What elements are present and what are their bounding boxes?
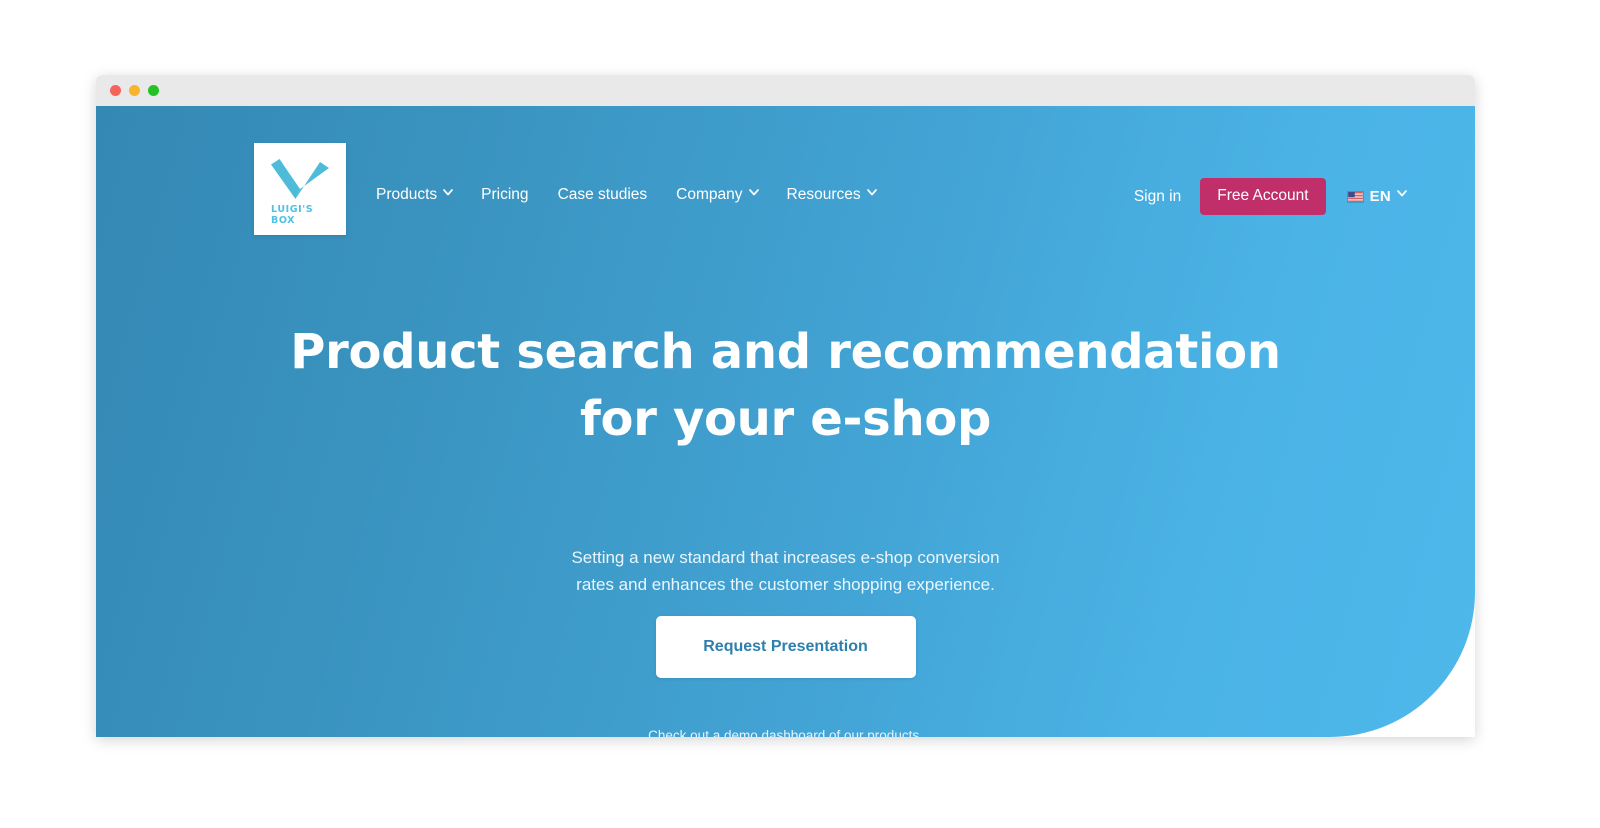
checkmark-v-icon (271, 159, 329, 199)
nav-item-label: Resources (786, 186, 861, 203)
chevron-down-icon (748, 188, 759, 198)
minimize-window-button[interactable] (129, 85, 140, 96)
nav-item-resources[interactable]: Resources (786, 185, 877, 205)
request-presentation-button[interactable]: Request Presentation (655, 616, 916, 678)
nav-item-products[interactable]: Products (376, 185, 454, 205)
chevron-down-icon (866, 188, 877, 198)
hero-section: LUIGI'S BOX Products Pricing Case studie… (96, 106, 1475, 737)
language-switcher[interactable]: EN (1346, 188, 1407, 205)
demo-note-container: Check out a demo dashboard of our produc… (96, 726, 1475, 737)
browser-window: LUIGI'S BOX Products Pricing Case studie… (96, 75, 1475, 737)
nav-item-case-studies[interactable]: Case studies (558, 185, 648, 205)
nav-item-label: Company (676, 186, 743, 203)
nav-item-company[interactable]: Company (676, 185, 759, 205)
free-account-button[interactable]: Free Account (1200, 178, 1326, 215)
nav-item-label: Pricing (481, 186, 529, 203)
nav-item-label: Products (376, 186, 438, 203)
header-actions: Sign in Free Account EN (1134, 178, 1407, 215)
hero-subtitle-line-2: rates and enhances the customer shopping… (576, 575, 995, 594)
nav-item-pricing[interactable]: Pricing (481, 185, 528, 205)
hero-title-line-1: Product search and recommendation (290, 324, 1281, 380)
traffic-lights (110, 85, 159, 96)
hero-subtitle: Setting a new standard that increases e-… (96, 544, 1475, 598)
nav-item-label: Case studies (557, 186, 648, 203)
main-nav: Products Pricing Case studies Company Re… (376, 185, 877, 205)
chevron-down-icon (1397, 190, 1407, 199)
page-title: Product search and recommendation for yo… (96, 319, 1475, 453)
site-logo[interactable]: LUIGI'S BOX (254, 143, 346, 235)
demo-note-text: Check out a demo dashboard of our produc… (648, 728, 923, 737)
language-code: EN (1369, 188, 1391, 205)
sign-in-link[interactable]: Sign in (1134, 188, 1181, 206)
browser-titlebar (96, 75, 1475, 106)
close-window-button[interactable] (110, 85, 121, 96)
zoom-window-button[interactable] (148, 85, 159, 96)
chevron-down-icon (443, 188, 454, 198)
site-header: LUIGI'S BOX Products Pricing Case studie… (96, 106, 1475, 241)
hero-cta-container: Request Presentation (96, 616, 1475, 678)
hero-title-line-2: for your e-shop (579, 391, 992, 447)
hero-subtitle-line-1: Setting a new standard that increases e-… (571, 548, 1000, 567)
logo-wordmark: LUIGI'S BOX (271, 204, 314, 226)
us-flag-icon (1346, 190, 1364, 203)
